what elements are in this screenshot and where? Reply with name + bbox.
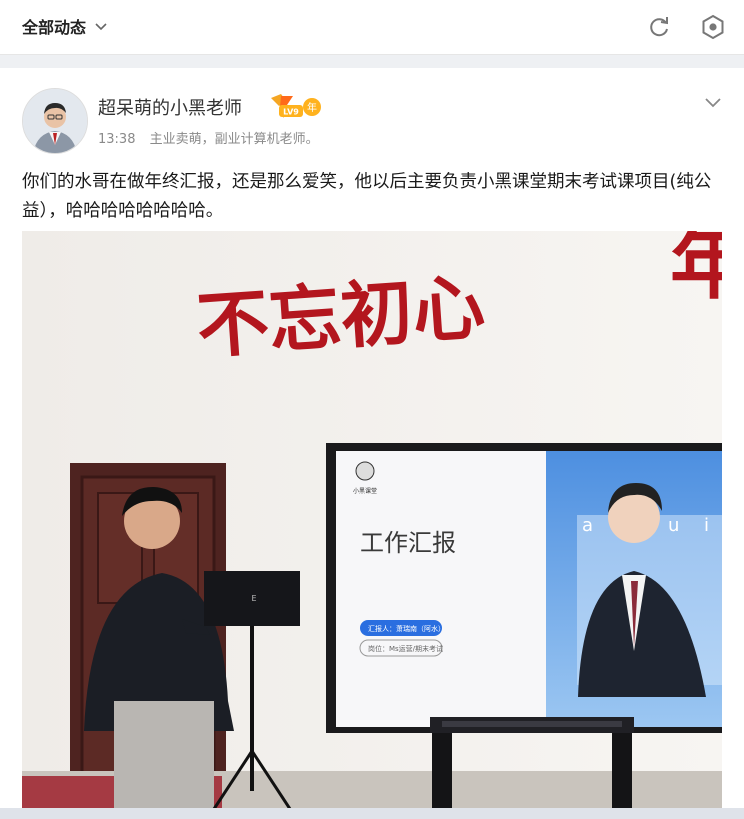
avatar[interactable] [22, 88, 88, 154]
post-photo[interactable]: 不忘初心 年 E a s u i [22, 231, 722, 809]
speaker-label: E [251, 594, 256, 603]
chevron-down-icon [95, 23, 107, 31]
feed-filter-dropdown[interactable]: 全部动态 [22, 14, 108, 38]
vip-level-badge: LV9 年 [271, 94, 321, 118]
slide-logo: 小黑课堂 [353, 487, 377, 495]
settings-icon[interactable] [700, 14, 726, 40]
refresh-icon[interactable] [646, 14, 672, 40]
post-username[interactable]: 超呆萌的小黑老师 [98, 94, 242, 120]
slide-deco-i: i [704, 515, 709, 536]
top-bar: 全部动态 [0, 0, 744, 55]
chevron-down-icon[interactable] [703, 94, 723, 110]
slide-title: 工作汇报 [360, 529, 456, 557]
post-meta: 13:38 主业卖萌，副业计算机老师。 [98, 128, 319, 147]
badge-level-text: LV9 [283, 108, 299, 117]
bottom-strip [0, 808, 744, 819]
slide-deco-a: a [582, 515, 593, 536]
post-photo-illustration: 不忘初心 年 E a s u i [22, 231, 722, 809]
user-bio: 主业卖萌，副业计算机老师。 [149, 132, 319, 147]
slide-reporter: 汇报人：萧瑞南（阿水） [368, 624, 445, 633]
wall-slogan-partial: 年 [670, 231, 722, 310]
slide-deco-u: u [668, 515, 679, 536]
post-content: 你们的水哥在做年终汇报，还是那么爱笑，他以后主要负责小黑课堂期末考试课项目(纯公… [22, 172, 712, 221]
badge-suffix-text: 年 [307, 101, 317, 114]
slide-role: 岗位：Ms运营/期末考试 [368, 644, 443, 653]
post-time: 13:38 [98, 132, 136, 147]
feed-filter-label: 全部动态 [22, 18, 87, 37]
